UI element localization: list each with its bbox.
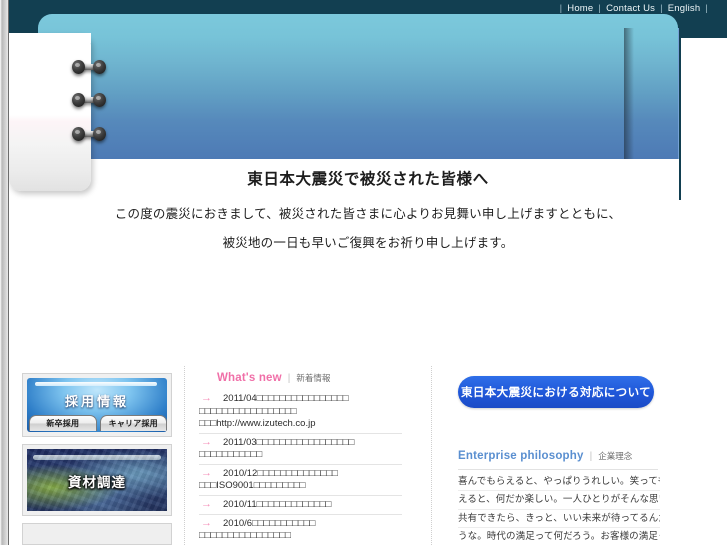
news-section-heading: What's new | 新着情報: [199, 366, 402, 388]
news-item-title: □□□□□□□□□□□□□□: [257, 467, 338, 479]
arrow-icon: →: [201, 435, 212, 448]
binder-ring-icon-3: [72, 127, 106, 142]
recruit-tab-career[interactable]: キャリア採用: [99, 415, 167, 431]
philosophy-line: うな。時代の満足って何だろう。お客様の満足って: [458, 528, 660, 545]
sidebar-item-material-procurement[interactable]: 資材調達: [22, 444, 172, 516]
news-heading-jp: 新着情報: [296, 373, 331, 383]
binder-ring-knob-right: [93, 60, 106, 74]
news-item-headline: 2010/6□□□□□□□□□□□: [199, 518, 402, 531]
nav-separator-1: |: [598, 2, 602, 14]
nav-separator-2: |: [660, 2, 663, 14]
news-list-item[interactable]: → 2010/11□□□□□□□□□□□□□: [199, 496, 402, 515]
lower-content-columns: 採用情報 新卒採用 キャリア採用 資材調達 What's new | 新着情報: [9, 366, 727, 545]
news-item-title: □□□□□□□□□□□: [252, 517, 316, 529]
philosophy-heading-separator: |: [589, 451, 593, 462]
news-item-date: 2010/11: [223, 498, 257, 510]
material-banner-title: 資材調達: [68, 475, 126, 490]
earthquake-message-line-1: この度の震災におきまして、被災された皆さまに心よりお見舞い申し上げますとともに、: [114, 206, 622, 221]
binder-ring-knob-right: [93, 93, 106, 107]
arrow-icon: →: [201, 497, 212, 510]
philosophy-section-heading: Enterprise philosophy | 企業理念: [458, 444, 681, 466]
news-list-item[interactable]: → 2011/04□□□□□□□□□□□□□□□□ □□□□□□□□□□□□□□…: [199, 390, 402, 434]
recruit-tab-new-graduate[interactable]: 新卒採用: [29, 415, 97, 431]
binder-ring-knob-right: [93, 127, 106, 141]
philosophy-text: 喜んでもらえると、やっぱりうれしい。笑ってもら えると、何だか楽しい。一人ひとり…: [458, 473, 660, 545]
sidebar-item-recruit[interactable]: 採用情報 新卒採用 キャリア採用: [22, 373, 172, 437]
philosophy-line: 喜んでもらえると、やっぱりうれしい。笑ってもら: [458, 473, 660, 492]
news-list-item[interactable]: → 2010/6□□□□□□□□□□□ □□□□□□□□□□□□□□□□: [199, 515, 402, 545]
philosophy-heading-jp: 企業理念: [598, 451, 633, 461]
recruit-banner-gloss: [35, 382, 157, 386]
news-column: What's new | 新着情報 → 2011/04□□□□□□□□□□□□□…: [184, 366, 402, 545]
news-item-title: □□□□□□□□□□□□□: [256, 498, 332, 510]
earthquake-message-block: 東日本大震災で被災された皆様へ この度の震災におきまして、被災された皆さまに心よ…: [9, 162, 727, 252]
news-list-item[interactable]: → 2010/12□□□□□□□□□□□□□□ □□□ISO9001□□□□□□…: [199, 465, 402, 496]
notebook-cover-panel: [9, 33, 91, 191]
sidebar-item-placeholder[interactable]: [22, 523, 172, 545]
news-item-detail: □□□ISO9001□□□□□□□□□: [199, 480, 306, 492]
news-item-detail: □□□□□□□□□□□□□□□□: [199, 530, 291, 542]
news-item-date: 2011/03: [223, 436, 257, 448]
nav-link-contact-us[interactable]: Contact Us: [606, 3, 655, 14]
right-column: 東日本大震災における対応について Enterprise philosophy |…: [431, 366, 681, 545]
news-list: → 2011/04□□□□□□□□□□□□□□□□ □□□□□□□□□□□□□□…: [199, 390, 402, 545]
philosophy-heading-en: Enterprise philosophy: [458, 450, 584, 462]
news-item-title: □□□□□□□□□□□□□□□□□: [256, 436, 355, 448]
arrow-icon: →: [201, 392, 212, 404]
recruit-banner-title: 採用情報: [64, 394, 129, 409]
sidebar-banners: 採用情報 新卒採用 キャリア採用 資材調達: [22, 373, 172, 545]
news-item-date: 2010/6: [223, 517, 253, 529]
top-nav-links: | Home | Contact Us | English |: [555, 0, 713, 16]
recruit-tab-group: 新卒採用 キャリア採用: [29, 415, 167, 431]
news-item-headline: 2011/03□□□□□□□□□□□□□□□□□: [199, 437, 402, 450]
news-heading-en: What's new: [217, 372, 282, 384]
news-item-detail: □□□□□□□□□□□□□□□□□: [199, 405, 297, 417]
earthquake-response-button[interactable]: 東日本大震災における対応について: [458, 376, 654, 408]
header-banner-side-shadow: [624, 28, 634, 159]
nav-link-english[interactable]: English: [668, 3, 701, 14]
news-item-url: □□□http://www.izutech.co.jp: [199, 418, 316, 430]
arrow-icon: →: [201, 516, 212, 529]
news-item-detail: □□□□□□□□□□□: [199, 449, 263, 461]
earthquake-message-line-2: 被災地の一日も早いご復興をお祈り申し上げます。: [222, 236, 514, 251]
binder-ring-knob-left: [72, 93, 85, 107]
notebook-cover-top-tab: [9, 33, 91, 43]
binder-ring-icon-2: [72, 93, 106, 108]
material-banner-graphic: 資材調達: [27, 449, 167, 511]
arrow-icon: →: [201, 466, 212, 479]
header-banner-gradient: [38, 14, 678, 159]
news-heading-separator: |: [287, 373, 291, 384]
news-item-headline: 2010/11□□□□□□□□□□□□□: [199, 499, 402, 512]
news-item-date: 2011/04: [223, 393, 257, 404]
nav-separator-0: |: [559, 2, 563, 14]
philosophy-divider: [458, 469, 658, 470]
philosophy-line: えると、何だか楽しい。一人ひとりがそんな思いを: [458, 491, 660, 510]
page-root: | Home | Contact Us | English | 東日本大震災で被…: [0, 0, 727, 545]
binder-ring-icon-1: [72, 60, 106, 75]
nav-separator-3: |: [705, 2, 708, 14]
binder-ring-knob-left: [72, 127, 85, 141]
header-banner: [38, 14, 678, 159]
nav-link-home[interactable]: Home: [567, 3, 593, 14]
header-banner-right-edge: [679, 0, 681, 200]
philosophy-line: 共有できたら、きっと、いい未来が待ってるんだろ: [458, 510, 660, 528]
earthquake-message-title: 東日本大震災で被災された皆様へ: [247, 171, 489, 188]
binder-ring-knob-left: [72, 60, 85, 74]
news-list-item[interactable]: → 2011/03□□□□□□□□□□□□□□□□□ □□□□□□□□□□□: [199, 434, 402, 465]
news-item-title: □□□□□□□□□□□□□□□□: [256, 393, 349, 404]
news-item-headline: 2010/12□□□□□□□□□□□□□□: [199, 468, 402, 481]
news-item-headline: 2011/04□□□□□□□□□□□□□□□□: [199, 393, 402, 406]
news-item-date: 2010/12: [223, 467, 258, 479]
recruit-banner-graphic: 採用情報 新卒採用 キャリア採用: [27, 378, 167, 432]
page-left-rail-line: [8, 0, 9, 545]
